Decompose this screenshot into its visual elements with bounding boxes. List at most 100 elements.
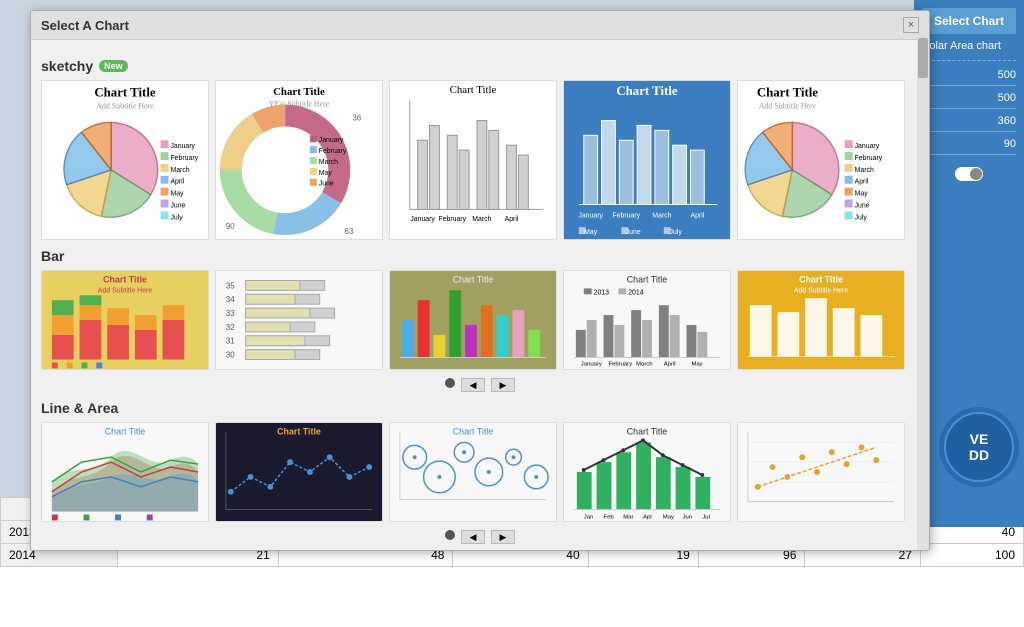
svg-text:Chart Title: Chart Title [105,426,146,436]
chart-thumb-sketchy-pie2[interactable]: Chart Title Add Subtitle Here January Fe… [737,80,905,240]
line-chart-grid: Chart Title [41,422,919,522]
svg-text:Chart Title: Chart Title [627,426,668,436]
bar-section-header: Bar [41,248,919,264]
svg-text:February: February [608,361,632,367]
line-page-1-dot[interactable] [445,530,455,540]
line-prev-button[interactable]: ◀ [461,530,485,544]
value-2: 500 [922,92,1016,109]
svg-text:Chart Title: Chart Title [799,274,843,284]
bar-label: Bar [41,248,64,264]
chart-thumb-sketchy-pie[interactable]: Chart Title Add Subtitle Here January F [41,80,209,240]
svg-text:May: May [584,229,598,236]
svg-text:May: May [170,191,184,198]
select-chart-button[interactable]: Select Chart [922,8,1016,34]
dialog-close-button[interactable]: × [903,17,919,33]
sketchy-label: sketchy [41,58,93,74]
svg-text:April: April [505,216,519,223]
bar-page-1-dot[interactable] [445,378,455,388]
svg-text:February: February [170,155,198,162]
chart-thumb-bar-stacked[interactable]: Chart Title Add Subtitle Here [41,270,209,370]
value-4: 90 [922,138,1016,155]
svg-text:Jul: Jul [702,514,710,520]
svg-text:Add Subtitle Here: Add Subtitle Here [98,287,152,294]
line-next-button[interactable]: ▶ [491,530,515,544]
svg-text:90: 90 [226,222,235,231]
chart-thumb-line-area[interactable]: Chart Title [41,422,209,522]
svg-text:July: July [170,214,183,221]
chart-select-dialog: Select A Chart × sketchy New Chart Title… [30,10,930,551]
scroll-thumb[interactable] [918,38,928,78]
svg-text:33: 33 [226,309,235,318]
svg-text:May: May [691,361,702,367]
svg-text:Chart Title: Chart Title [273,86,325,98]
svg-text:34: 34 [226,295,235,304]
svg-text:32: 32 [226,323,235,332]
svg-text:DD: DD [969,447,989,463]
svg-text:January: January [581,361,602,367]
toggle-switch[interactable] [955,167,983,181]
chart-thumb-line-combo[interactable]: Chart Title [563,422,731,522]
new-badge: New [99,60,128,72]
right-panel: Select Chart Polar Area chart 500 500 36… [914,0,1024,527]
svg-text:30: 30 [226,351,235,360]
svg-text:March: March [652,212,671,219]
chart-thumb-bar-colorful[interactable]: Chart Title [389,270,557,370]
svg-text:Chart Title: Chart Title [453,274,494,284]
svg-text:Chart Title: Chart Title [103,274,147,284]
chart-thumb-sketchy-bar-blue[interactable]: Chart Title January February March April [563,80,731,240]
line-pagination: ◀ ▶ [41,530,919,544]
chart-thumb-sketchy-donut[interactable]: Chart Title YEar Subtitle Here 36 9 [215,80,383,240]
svg-text:March: March [319,159,338,166]
svg-text:February: February [438,216,466,223]
bar-next-button[interactable]: ▶ [491,378,515,392]
svg-text:2014: 2014 [628,289,644,296]
chart-thumb-line-scatter-yellow[interactable] [737,422,905,522]
logo-badge: VE DD [939,407,1019,487]
svg-text:Add Subtitle Here: Add Subtitle Here [759,102,817,111]
svg-text:May: May [855,191,869,198]
value-3: 360 [922,115,1016,132]
svg-text:Chart Title: Chart Title [616,84,677,98]
dialog-body[interactable]: sketchy New Chart Title Add Subtitle Her… [31,40,929,550]
dialog-scrollbar[interactable] [917,37,929,550]
svg-text:April: April [855,179,869,186]
dialog-titlebar: Select A Chart × [31,11,929,40]
value-1: 500 [922,69,1016,86]
svg-text:Apr: Apr [643,514,652,520]
svg-text:March: March [472,216,491,223]
svg-text:Mar: Mar [623,514,633,520]
svg-text:Chart Title: Chart Title [277,426,321,436]
dialog-title: Select A Chart [41,18,129,33]
chart-thumb-bar-grouped-gray[interactable]: Chart Title 2013 2014 [563,270,731,370]
svg-text:June: June [170,202,185,209]
svg-text:April: April [664,361,676,367]
svg-text:63: 63 [344,227,353,236]
svg-text:31: 31 [226,337,235,346]
chart-thumb-line-scatter-dark[interactable]: Chart Title [215,422,383,522]
svg-text:January: January [578,212,603,219]
svg-text:April: April [170,179,184,186]
svg-text:February: February [855,155,883,162]
chart-thumb-sketchy-bar[interactable]: Chart Title January February [389,80,557,240]
chart-thumb-bar-horizontal[interactable]: 35 34 33 32 31 30 [215,270,383,370]
svg-text:February: February [319,148,347,155]
bar-chart-grid: Chart Title Add Subtitle Here [41,270,919,370]
svg-text:Jan: Jan [584,514,594,520]
svg-text:Chart Title: Chart Title [450,84,497,96]
bar-prev-button[interactable]: ◀ [461,378,485,392]
sketchy-section-header: sketchy New [41,58,919,74]
svg-text:35: 35 [226,281,235,290]
svg-text:July: July [670,229,683,236]
svg-text:June: June [319,181,334,188]
svg-text:January: January [319,137,344,144]
chart-thumb-line-bubble[interactable]: Chart Title [389,422,557,522]
svg-text:VE: VE [970,431,989,447]
svg-text:January: January [410,216,435,223]
svg-text:Feb: Feb [604,514,615,520]
chart-type-label: Polar Area chart [922,40,1016,52]
svg-text:Jun: Jun [683,514,693,520]
chart-thumb-bar-yellow[interactable]: Chart Title Add Subtitle Here [737,270,905,370]
toggle-knob [970,168,982,180]
divider [922,60,1016,61]
svg-text:February: February [612,212,640,219]
